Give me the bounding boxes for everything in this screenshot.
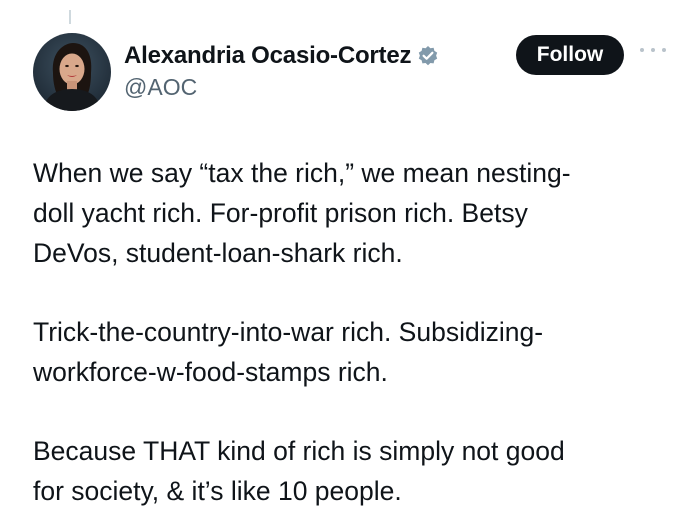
display-name[interactable]: Alexandria Ocasio-Cortez bbox=[124, 42, 411, 70]
tweet-line: for society, & it’s like 10 people. bbox=[33, 476, 402, 506]
verified-badge-icon[interactable] bbox=[417, 45, 439, 67]
more-dot bbox=[662, 48, 666, 52]
follow-button[interactable]: Follow bbox=[516, 35, 624, 75]
tweet-line: doll yacht rich. For-profit prison rich.… bbox=[33, 198, 528, 228]
author-handle[interactable]: @AOC bbox=[124, 74, 197, 101]
tweet-text: When we say “tax the rich,” we mean nest… bbox=[33, 153, 673, 511]
more-horizontal-icon[interactable] bbox=[640, 43, 666, 57]
avatar[interactable] bbox=[33, 33, 111, 111]
thread-connector-line bbox=[69, 10, 71, 24]
more-dot bbox=[640, 48, 644, 52]
tweet-line: Because THAT kind of rich is simply not … bbox=[33, 436, 565, 466]
author-name-row: Alexandria Ocasio-Cortez bbox=[124, 40, 439, 72]
tweet-line: workforce-w-food-stamps rich. bbox=[33, 357, 388, 387]
more-dot bbox=[651, 48, 655, 52]
tweet-line: When we say “tax the rich,” we mean nest… bbox=[33, 158, 571, 188]
tweet-line: Trick-the-country-into-war rich. Subsidi… bbox=[33, 317, 544, 347]
tweet-line: DeVos, student-loan-shark rich. bbox=[33, 238, 403, 268]
profile-photo-icon bbox=[33, 33, 111, 111]
